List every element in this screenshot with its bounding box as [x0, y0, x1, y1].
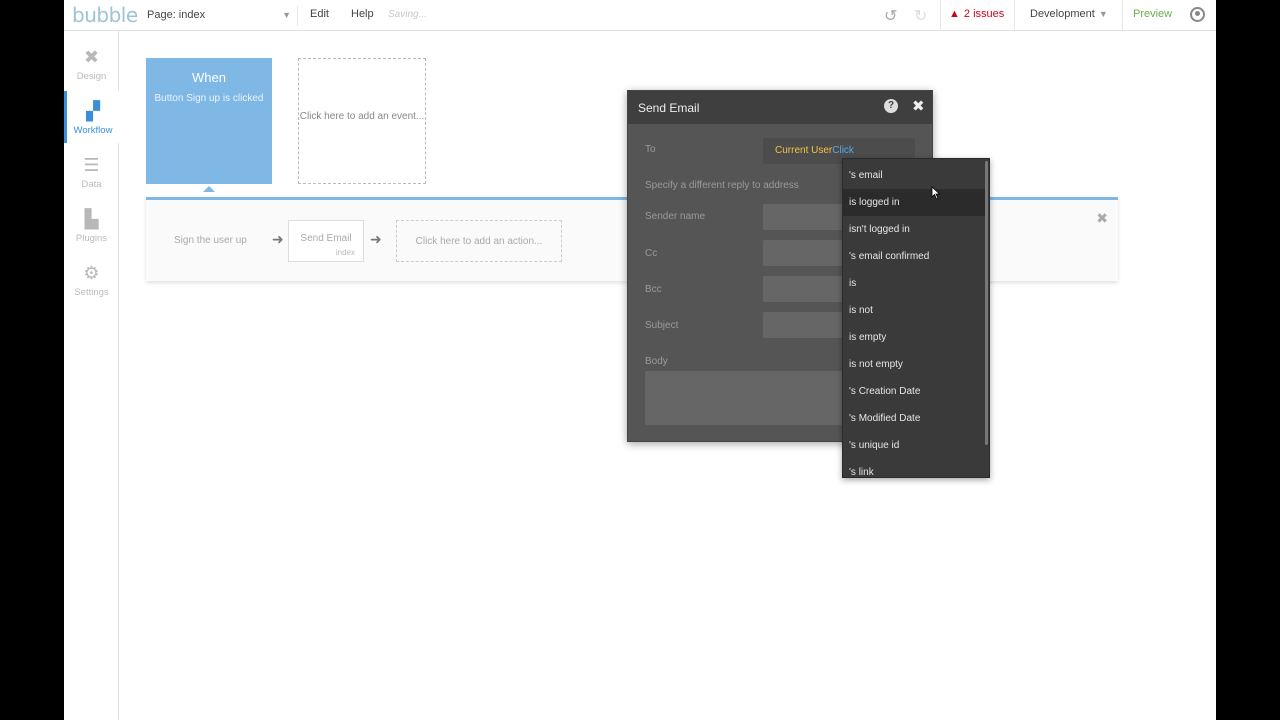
dropdown-item[interactable]: 's link — [843, 459, 987, 477]
nav-item-workflow[interactable]: ▞ Workflow — [64, 91, 119, 143]
add-action-button[interactable]: Click here to add an action... — [396, 220, 562, 262]
modal-title: Send Email — [638, 101, 700, 115]
modal-header: Send Email ? ✖ — [628, 91, 932, 124]
nav-item-data[interactable]: ☰ Data — [64, 145, 119, 197]
issues-button[interactable]: ▲ 2 issues — [940, 0, 1016, 31]
page-select[interactable]: Page: index ▼ — [144, 6, 298, 26]
help-menu[interactable]: Help — [351, 8, 374, 20]
dropdown-item[interactable]: 's unique id — [843, 432, 987, 459]
dropdown-item[interactable]: is logged in — [843, 189, 987, 216]
settings-icon: ⚙ — [83, 263, 100, 283]
to-dynamic-value[interactable]: Current User — [775, 145, 832, 156]
dropdown-item[interactable]: isn't logged in — [843, 216, 987, 243]
close-icon[interactable]: ✖ — [1096, 210, 1108, 227]
help-icon[interactable]: ? — [884, 99, 898, 113]
action-step-sub: index — [335, 248, 355, 257]
preview-button[interactable]: Preview — [1122, 0, 1182, 31]
to-click-value[interactable]: Click — [832, 145, 854, 156]
top-bar: bubble Page: index ▼ Edit Help Saving...… — [64, 0, 1216, 31]
warning-icon: ▲ — [949, 8, 960, 20]
bcc-label: Bcc — [645, 284, 662, 295]
event-title: When — [192, 70, 226, 85]
sender-name-label: Sender name — [645, 211, 706, 222]
nav-item-design[interactable]: ✖ Design — [64, 37, 119, 89]
edit-menu[interactable]: Edit — [310, 8, 329, 20]
expression-dropdown: 's email is logged in isn't logged in 's… — [842, 158, 990, 478]
environment-select[interactable]: Development ▼ — [1030, 8, 1108, 20]
chevron-down-icon: ▼ — [282, 10, 291, 20]
to-label: To — [645, 144, 656, 155]
nav-item-label: Design — [76, 71, 107, 82]
environment-label: Development — [1030, 8, 1095, 20]
action-step-label: Send Email — [300, 233, 352, 244]
screen: bubble Page: index ▼ Edit Help Saving...… — [64, 0, 1216, 720]
issues-label: 2 issues — [963, 8, 1005, 20]
cc-label: Cc — [645, 248, 658, 259]
saving-status: Saving... — [388, 9, 427, 20]
chevron-down-icon: ▼ — [1098, 9, 1108, 19]
arrow-right-icon: ➜ — [370, 231, 382, 247]
undo-icon[interactable]: ↺ — [884, 6, 897, 26]
nav-item-label: Plugins — [75, 233, 108, 244]
event-block[interactable]: When Button Sign up is clicked — [146, 58, 272, 192]
bubble-logo[interactable]: bubble — [72, 3, 138, 27]
dropdown-item[interactable]: 's email — [843, 162, 987, 189]
reply-to-label[interactable]: Specify a different reply to address — [645, 180, 799, 191]
mouse-cursor-icon — [931, 186, 941, 200]
nav-item-settings[interactable]: ⚙ Settings — [64, 253, 119, 305]
arrow-right-icon: ➜ — [272, 231, 284, 247]
page-select-label: Page: index — [147, 9, 206, 21]
event-description: Button Sign up is clicked — [154, 93, 264, 104]
dropdown-item[interactable]: is not — [843, 297, 987, 324]
dropdown-item[interactable]: is empty — [843, 324, 987, 351]
dropdown-item[interactable]: 's Modified Date — [843, 405, 987, 432]
design-icon: ✖ — [83, 47, 100, 67]
dropdown-item[interactable]: is — [843, 270, 987, 297]
action-step-send-email[interactable]: Send Email index — [288, 220, 364, 262]
nav-item-label: Data — [81, 179, 102, 190]
workflow-icon: ▞ — [86, 101, 100, 121]
dropdown-item[interactable]: is not empty — [843, 351, 987, 378]
add-event-button[interactable]: Click here to add an event... — [298, 58, 426, 184]
nav-item-plugins[interactable]: ▙ Plugins — [64, 199, 119, 251]
nav-item-label: Settings — [74, 287, 109, 298]
close-icon[interactable]: ✖ — [912, 97, 925, 115]
event-pointer — [203, 186, 215, 192]
nav-item-label: Workflow — [73, 125, 113, 136]
data-icon: ☰ — [83, 155, 100, 175]
dropdown-item[interactable]: 's Creation Date — [843, 378, 987, 405]
redo-icon[interactable]: ↻ — [914, 6, 927, 26]
user-account-icon[interactable] — [1190, 7, 1205, 22]
plugins-icon: ▙ — [84, 209, 99, 229]
body-label: Body — [645, 356, 668, 367]
left-nav: ✖ Design ▞ Workflow ☰ Data ▙ Plugins ⚙ S… — [64, 31, 119, 720]
subject-label: Subject — [645, 320, 679, 331]
action-step-sign-up[interactable]: Sign the user up — [174, 235, 247, 246]
dropdown-item[interactable]: 's email confirmed — [843, 243, 987, 270]
dropdown-scrollbar[interactable] — [985, 161, 988, 445]
